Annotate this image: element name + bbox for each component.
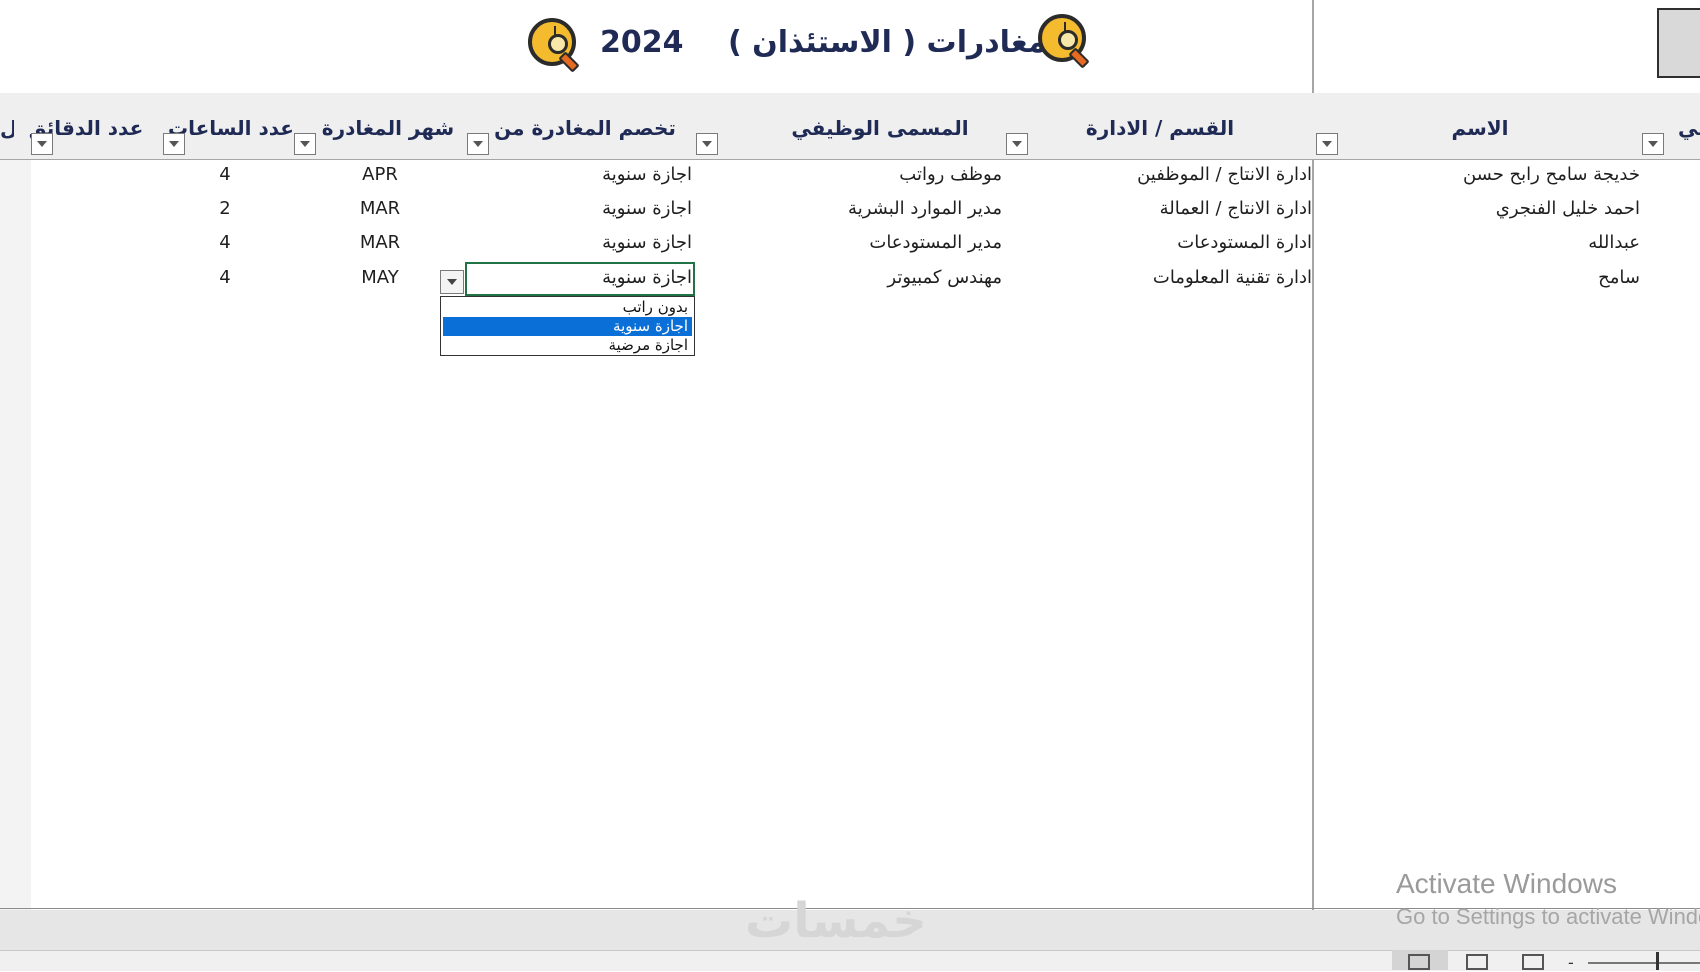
header-hours: عدد الساعات <box>168 116 294 140</box>
cell-hours[interactable]: 4 <box>180 160 270 190</box>
cell-deduct-from[interactable]: اجازة سنوية <box>470 194 692 224</box>
left-gutter <box>0 160 31 910</box>
active-cell-border[interactable] <box>465 262 695 296</box>
cell-month[interactable]: MAY <box>320 263 440 293</box>
header-department: القسم / الادارة <box>1085 116 1235 140</box>
filter-dropdown-icon[interactable] <box>467 133 489 155</box>
header-job-partial: في <box>1678 116 1700 140</box>
header-month: شهر المغادرة <box>321 116 455 140</box>
dropdown-option[interactable]: اجازة مرضية <box>443 336 692 355</box>
header-name: الاسم <box>1451 116 1509 140</box>
cell-department[interactable]: ادارة المستودعات <box>1040 228 1312 258</box>
header-job-title: المسمى الوظيفي <box>791 116 969 140</box>
cell-job-title[interactable]: موظف رواتب <box>760 160 1002 190</box>
header-row: في الاسم القسم / الادارة المسمى الوظيفي … <box>0 93 1700 160</box>
activate-windows-subtitle: Go to Settings to activate Windows. <box>1396 904 1700 929</box>
cell-department[interactable]: ادارة تقنية المعلومات <box>1040 263 1312 293</box>
page-title: 2024 المغادرات ( الاستئذان ) <box>600 18 1070 68</box>
cell-month[interactable]: MAR <box>320 228 440 258</box>
header-last-partial: ال <box>0 116 14 140</box>
filter-dropdown-icon[interactable] <box>1642 133 1664 155</box>
filter-dropdown-icon[interactable] <box>163 133 185 155</box>
filter-dropdown-icon[interactable] <box>1006 133 1028 155</box>
page-layout-view-icon[interactable] <box>1466 954 1488 970</box>
zoom-slider-thumb[interactable] <box>1656 952 1659 970</box>
page-break-view-icon[interactable] <box>1522 954 1544 970</box>
dropdown-option[interactable]: بدون راتب <box>443 298 692 317</box>
cell-deduct-from[interactable]: اجازة سنوية <box>470 160 692 190</box>
cell-job-title[interactable]: مهندس كمبيوتر <box>760 263 1002 293</box>
zoom-slider[interactable] <box>1588 962 1700 964</box>
cell-month[interactable]: APR <box>320 160 440 190</box>
cell-name[interactable]: خديجة سامح رابح حسن <box>1380 160 1640 190</box>
filter-dropdown-icon[interactable] <box>294 133 316 155</box>
cell-name[interactable]: سامح <box>1380 263 1640 293</box>
validation-dropdown-list[interactable]: بدون راتب اجازة سنوية اجازة مرضية <box>440 296 695 356</box>
dropdown-option-selected[interactable]: اجازة سنوية <box>443 317 692 336</box>
header-deduct-from: تخصم المغادرة من <box>494 116 676 140</box>
cell-department[interactable]: ادارة الانتاج / الموظفين <box>1040 160 1312 190</box>
clock-magnifier-icon <box>1038 14 1090 69</box>
clock-magnifier-icon <box>528 18 580 73</box>
cell-department[interactable]: ادارة الانتاج / العمالة <box>1040 194 1312 224</box>
filter-dropdown-icon[interactable] <box>31 133 53 155</box>
cell-name[interactable]: احمد خليل الفنجري <box>1380 194 1640 224</box>
filter-dropdown-icon[interactable] <box>1316 133 1338 155</box>
title-year: 2024 <box>600 25 684 60</box>
normal-view-icon[interactable] <box>1408 954 1430 970</box>
title-text: المغادرات ( الاستئذان ) <box>727 25 1070 60</box>
filter-dropdown-icon[interactable] <box>696 133 718 155</box>
activate-windows-title: Activate Windows <box>1396 868 1617 899</box>
zoom-out-icon[interactable]: - <box>1568 953 1574 972</box>
cell-job-title[interactable]: مدير الموارد البشرية <box>760 194 1002 224</box>
cell-deduct-from[interactable]: اجازة سنوية <box>470 228 692 258</box>
cell-hours[interactable]: 2 <box>180 194 270 224</box>
cell-name[interactable]: عبدالله <box>1380 228 1640 258</box>
cell-hours[interactable]: 4 <box>180 228 270 258</box>
macro-button[interactable] <box>1657 8 1700 78</box>
site-watermark: خمسات <box>745 893 927 949</box>
dropdown-arrow-button[interactable] <box>440 270 464 294</box>
cell-job-title[interactable]: مدير المستودعات <box>760 228 1002 258</box>
cell-month[interactable]: MAR <box>320 194 440 224</box>
cell-hours[interactable]: 4 <box>180 263 270 293</box>
